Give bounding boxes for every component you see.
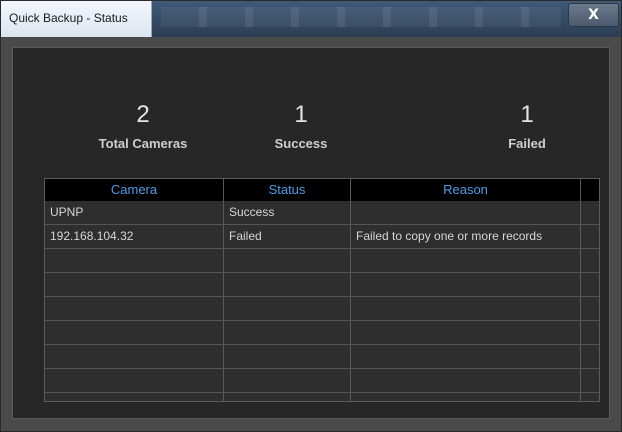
table-row[interactable]	[45, 297, 599, 321]
camera-cell	[45, 297, 222, 320]
reason-cell	[351, 249, 580, 272]
quick-backup-status-window: Quick Backup - Status X 2 Total Cameras …	[0, 0, 622, 432]
results-table: Camera Status Reason UPNP Success 192.16…	[44, 178, 600, 402]
title-tab: Quick Backup - Status	[1, 1, 152, 37]
status-cell	[224, 369, 349, 392]
status-cell: Failed	[229, 229, 262, 243]
reason-cell	[351, 273, 580, 296]
table-row[interactable]	[45, 321, 599, 345]
status-cell: Success	[229, 205, 275, 219]
status-cell	[224, 321, 349, 344]
camera-cell: 192.168.104.32	[50, 229, 134, 243]
table-row[interactable]	[45, 345, 599, 369]
status-cell	[224, 297, 349, 320]
column-header-reason[interactable]: Reason	[351, 179, 580, 201]
table-row[interactable]	[45, 369, 599, 393]
reason-cell	[351, 321, 580, 344]
status-cell	[224, 249, 349, 272]
total-cameras-label: Total Cameras	[98, 136, 188, 151]
success-label: Success	[274, 136, 328, 151]
reason-cell	[351, 369, 580, 392]
table-row[interactable]: 192.168.104.32 Failed Failed to copy one…	[45, 225, 599, 249]
camera-cell	[45, 321, 222, 344]
camera-cell	[45, 249, 222, 272]
camera-cell	[45, 345, 222, 368]
table-header: Camera Status Reason	[45, 179, 599, 201]
status-cell	[224, 345, 349, 368]
stat-total-cameras: 2 Total Cameras	[53, 100, 233, 151]
failed-count: 1	[520, 101, 534, 128]
close-button[interactable]: X	[568, 3, 619, 27]
reason-cell	[351, 345, 580, 368]
camera-cell	[45, 273, 222, 296]
stat-failed: 1 Failed	[437, 100, 617, 151]
status-panel: 2 Total Cameras 1 Success 1 Failed Camer…	[12, 47, 610, 419]
success-count: 1	[294, 101, 308, 128]
title-bar[interactable]: Quick Backup - Status X	[1, 1, 621, 37]
table-row[interactable]: UPNP Success	[45, 201, 599, 225]
title-bar-background	[161, 7, 561, 27]
total-cameras-count: 2	[136, 101, 150, 128]
reason-cell: Failed to copy one or more records	[356, 229, 543, 243]
status-cell	[224, 273, 349, 296]
window-title: Quick Backup - Status	[9, 11, 128, 25]
camera-cell	[45, 369, 222, 392]
column-header-camera[interactable]: Camera	[45, 179, 223, 201]
column-header-status[interactable]: Status	[224, 179, 350, 201]
reason-cell	[351, 297, 580, 320]
table-row[interactable]	[45, 273, 599, 297]
failed-label: Failed	[508, 136, 546, 151]
reason-cell	[351, 201, 580, 224]
stat-success: 1 Success	[211, 100, 391, 151]
table-row[interactable]	[45, 249, 599, 273]
camera-cell: UPNP	[50, 205, 84, 219]
